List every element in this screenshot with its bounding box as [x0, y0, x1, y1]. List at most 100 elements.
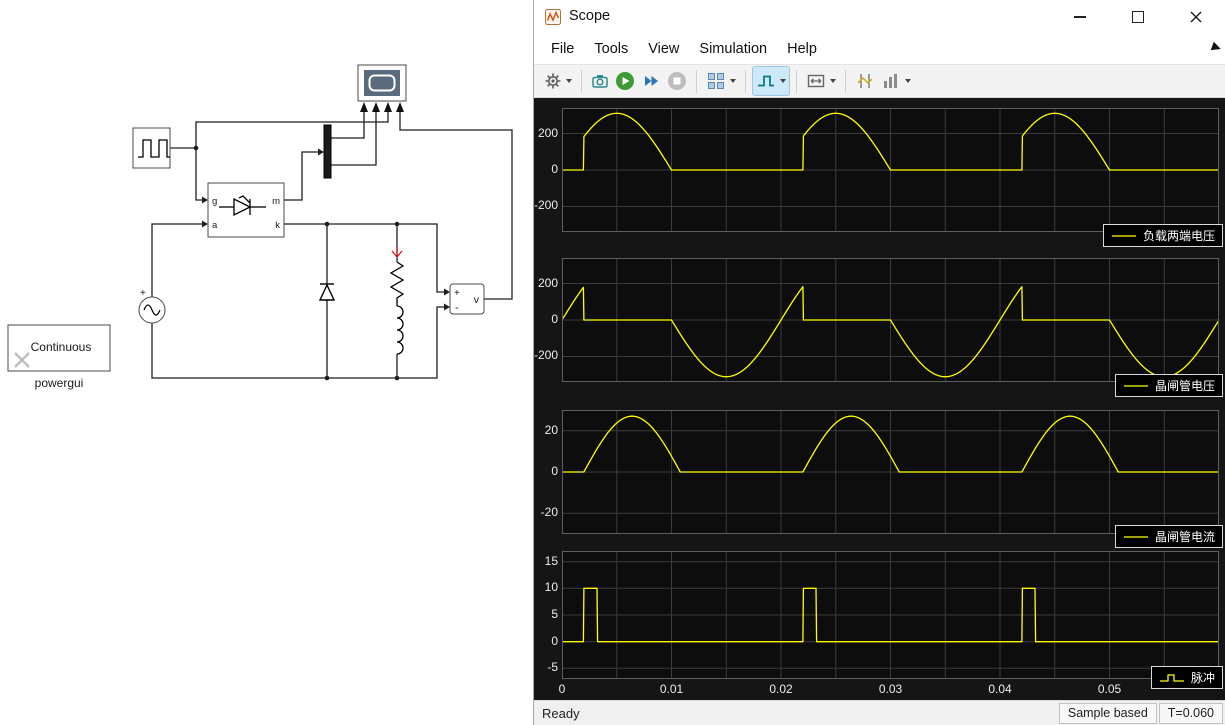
inductor-icon [396, 305, 404, 355]
chevron-down-icon [830, 79, 836, 83]
resistor-icon [389, 261, 405, 306]
y-tick-label: -5 [547, 660, 558, 675]
port-label-k: k [275, 220, 280, 231]
x-tick-label: 0.05 [1097, 682, 1122, 696]
close-button[interactable] [1167, 0, 1225, 34]
x-tick-label: 0.01 [659, 682, 684, 696]
scope-plot-load-voltage[interactable] [562, 108, 1219, 232]
menu-file[interactable]: File [541, 41, 584, 57]
maximize-button[interactable] [1109, 0, 1167, 34]
menu-help[interactable]: Help [777, 41, 827, 57]
play-icon [616, 72, 634, 90]
status-sample-mode: Sample based [1058, 702, 1157, 724]
legend-thyristor-voltage[interactable]: 晶闸管电压 [1114, 374, 1223, 397]
legend-thyristor-current[interactable]: 晶闸管电流 [1114, 525, 1223, 548]
port-label-a: a [212, 220, 218, 231]
legend-label: 晶闸管电流 [1154, 530, 1215, 544]
current-arrow-icon [391, 246, 403, 258]
status-sim-time: T=0.060 [1158, 702, 1223, 724]
layout-button[interactable] [703, 67, 739, 95]
span-x-icon [807, 74, 825, 88]
vm-v-label: v [474, 294, 480, 306]
wires [151, 112, 513, 379]
legend-sample-step-icon [1159, 673, 1184, 682]
signal-statistics-button[interactable] [878, 67, 914, 95]
source-plus-label: + [140, 288, 146, 299]
window-title: Scope [569, 8, 611, 24]
chevron-down-icon [730, 79, 736, 83]
menu-view[interactable]: View [638, 41, 689, 57]
thyristor-block[interactable]: g a m k [207, 182, 285, 238]
span-button[interactable] [803, 67, 839, 95]
y-tick-label: 200 [537, 275, 558, 290]
toolbar-separator [745, 69, 746, 93]
gear-icon [545, 73, 561, 89]
cursor-measurements-button[interactable] [852, 67, 878, 95]
scope-window: Scope File Tools View Simulation Help 20… [533, 0, 1225, 725]
toolbar-separator [696, 69, 697, 93]
powergui-block[interactable]: Continuous [7, 324, 111, 372]
legend-load-voltage[interactable]: 负载两端电压 [1102, 224, 1223, 247]
vm-plus-label: + [454, 288, 460, 299]
cursor-measurements-icon [857, 74, 873, 88]
y-tick-label: 0 [551, 464, 558, 478]
y-tick-label: 5 [551, 607, 558, 621]
powergui-name-label: powergui [35, 376, 84, 390]
series-rl-branch[interactable] [389, 246, 405, 355]
status-bar: Ready Sample based T=0.060 [534, 700, 1225, 725]
stop-icon [668, 72, 686, 90]
minimize-button[interactable] [1051, 0, 1109, 34]
legend-pulse[interactable]: 脉冲 [1150, 666, 1223, 689]
diode-block[interactable] [318, 283, 336, 301]
x-tick-label: 0 [558, 682, 566, 696]
port-label-m: m [272, 196, 280, 207]
run-button[interactable] [612, 67, 638, 95]
toolbar [534, 64, 1225, 98]
snapshot-camera-icon [592, 75, 608, 88]
settings-button[interactable] [541, 67, 575, 95]
status-ready: Ready [542, 705, 580, 721]
legend-sample-line-icon [1123, 535, 1148, 538]
menu-bar: File Tools View Simulation Help [534, 34, 1225, 64]
legend-label: 负载两端电压 [1142, 229, 1215, 243]
vm-minus-label: - [455, 302, 459, 314]
scope-plot-thyristor-current[interactable] [562, 410, 1219, 534]
simulink-canvas: g a m k + + - v Continuous powergui [0, 0, 533, 725]
x-tick-label: 0.03 [878, 682, 903, 696]
legend-sample-line-icon [1111, 234, 1136, 237]
toolbar-separator [845, 69, 846, 93]
signal-statistics-icon [884, 74, 897, 88]
stop-button[interactable] [664, 67, 690, 95]
x-tick-label: 0.04 [988, 682, 1012, 696]
demux-block[interactable] [323, 124, 332, 179]
y-tick-label: 15 [544, 553, 558, 568]
scope-window-icon [545, 9, 561, 30]
menu-simulation[interactable]: Simulation [689, 41, 777, 57]
legend-label: 晶闸管电压 [1154, 379, 1215, 393]
scope-plot-pulse[interactable] [562, 551, 1219, 679]
toolbar-separator [581, 69, 582, 93]
scope-input-ports [360, 102, 404, 112]
voltage-measurement-block[interactable]: + - v [449, 283, 485, 315]
y-tick-label: 0 [551, 633, 558, 648]
y-tick-label: 20 [544, 422, 558, 437]
maximize-icon [1132, 11, 1144, 23]
y-tick-label: 0 [551, 312, 558, 326]
chevron-down-icon [780, 79, 786, 83]
scope-plot-area: 200 0 -200 负载两端电压 200 0 -200 晶闸管电压 20 0 -20 晶闸管电流 15… [534, 98, 1225, 700]
y-tick-label: -200 [534, 348, 559, 363]
scope-block[interactable] [357, 64, 407, 102]
close-icon [1190, 11, 1202, 23]
menu-overflow-icon[interactable] [1210, 40, 1222, 58]
y-tick-label: 10 [544, 580, 558, 595]
wire-junctions [193, 145, 400, 381]
menu-tools[interactable]: Tools [584, 41, 638, 57]
y-tick-label: -20 [540, 505, 558, 520]
step-forward-button[interactable] [638, 67, 664, 95]
y-tick-label: -200 [534, 198, 559, 213]
trigger-button[interactable] [752, 66, 790, 96]
y-tick-label: 0 [551, 162, 558, 176]
snapshot-button[interactable] [588, 67, 612, 95]
pulse-generator-block[interactable] [132, 127, 171, 169]
scope-plot-thyristor-voltage[interactable] [562, 258, 1219, 382]
